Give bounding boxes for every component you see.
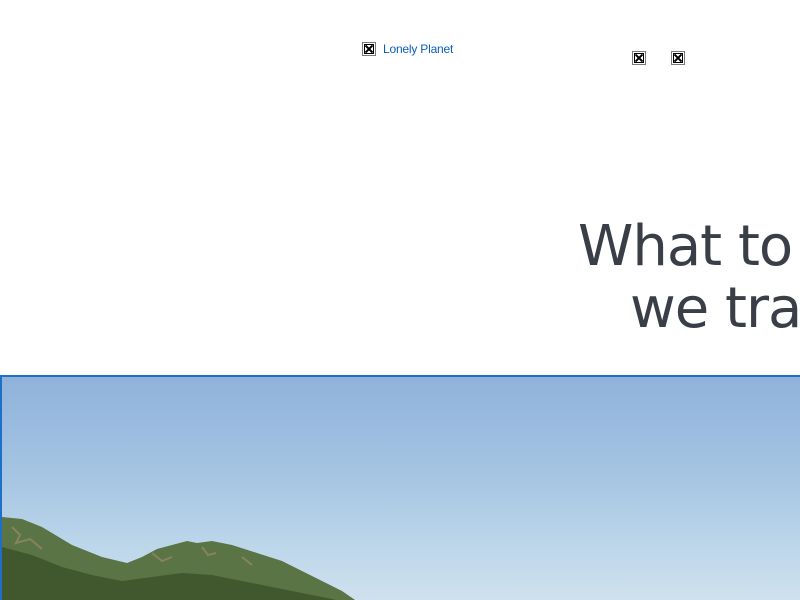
article-headline: What to we trav xyxy=(578,216,800,340)
broken-image-icon[interactable] xyxy=(671,51,685,65)
broken-image-icon xyxy=(362,42,376,56)
logo-text: Lonely Planet xyxy=(383,42,454,56)
lonely-planet-logo-link[interactable]: Lonely Planet xyxy=(362,42,453,56)
broken-image-icon[interactable] xyxy=(632,51,646,65)
hero-image[interactable] xyxy=(0,375,800,600)
hero-landscape xyxy=(2,517,356,600)
headline-line-2: we trav xyxy=(630,276,800,341)
headline-line-1: What to xyxy=(578,214,793,279)
page: Lonely Planet What to we trav xyxy=(0,0,800,600)
